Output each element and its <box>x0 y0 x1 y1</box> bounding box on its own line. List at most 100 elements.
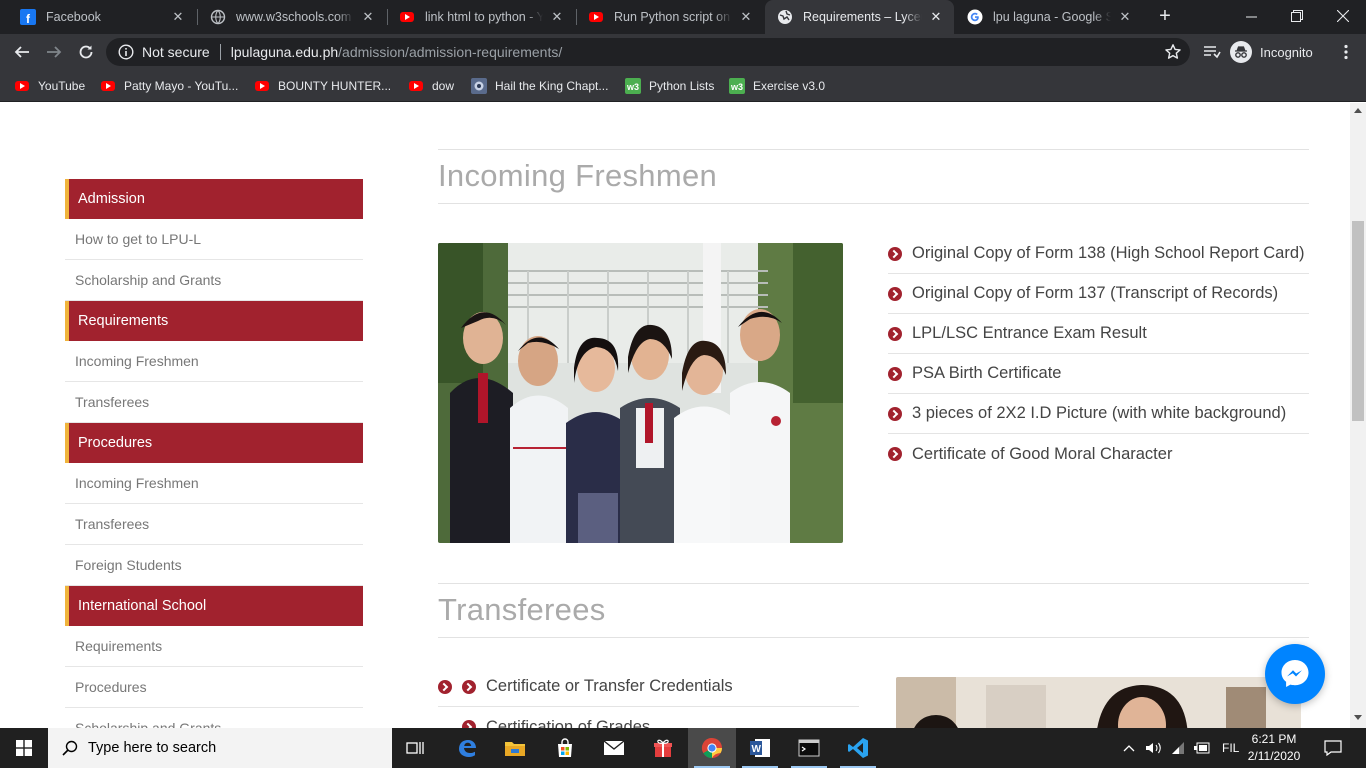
tab-google-search[interactable]: lpu laguna - Google Sea ✕ <box>955 0 1143 34</box>
bookmark-label: Python Lists <box>649 79 715 93</box>
students-photo <box>438 243 843 543</box>
tab-requirements-lyceum[interactable]: Requirements – Lyceum ✕ <box>765 0 954 34</box>
sidebar-item-how-to-get[interactable]: How to get to LPU-L <box>65 219 363 260</box>
youtube-icon <box>14 78 30 94</box>
reload-icon[interactable] <box>74 40 98 64</box>
sidebar-item-intl-procedures[interactable]: Procedures <box>65 667 363 708</box>
task-view-icon[interactable] <box>392 728 440 768</box>
globe-icon <box>210 9 226 25</box>
chrome-icon[interactable] <box>688 728 736 768</box>
battery-icon[interactable] <box>1190 742 1214 754</box>
tab-label: Facebook <box>46 10 101 24</box>
list-item: LPL/LSC Entrance Exam Result <box>888 314 1309 354</box>
bookmark-hail-the-king[interactable]: Hail the King Chapt... <box>471 76 608 96</box>
taskbar-clock[interactable]: 6:21 PM 2/11/2020 <box>1242 731 1306 765</box>
sidebar-item-req-freshmen[interactable]: Incoming Freshmen <box>65 341 363 382</box>
vscode-icon[interactable] <box>834 728 882 768</box>
chevron-right-icon <box>888 286 902 301</box>
bookmark-label: dow <box>432 79 455 93</box>
close-icon[interactable]: ✕ <box>360 9 376 25</box>
bookmark-youtube[interactable]: YouTube <box>14 76 85 96</box>
wifi-icon[interactable] <box>1166 741 1190 755</box>
taskbar-search-box[interactable]: Type here to search <box>48 728 392 768</box>
sidebar-item-proc-transferees[interactable]: Transferees <box>65 504 363 545</box>
terminal-icon[interactable] <box>785 728 833 768</box>
notifications-icon[interactable] <box>1310 728 1356 768</box>
tab-w3schools[interactable]: www.w3schools.com ✕ <box>198 0 386 34</box>
sidebar-item-scholarship[interactable]: Scholarship and Grants <box>65 260 363 301</box>
sidebar-heading-requirements[interactable]: Requirements <box>65 301 363 341</box>
close-icon[interactable]: ✕ <box>928 9 944 25</box>
sidebar-heading-international[interactable]: International School <box>65 586 363 626</box>
file-explorer-icon[interactable] <box>491 728 539 768</box>
chevron-right-icon <box>462 720 476 728</box>
start-button[interactable] <box>0 728 48 768</box>
forward-icon[interactable] <box>42 40 66 64</box>
divider <box>219 44 221 60</box>
close-icon[interactable]: ✕ <box>1117 9 1133 25</box>
requirement-text: Original Copy of Form 138 (High School R… <box>912 244 1305 262</box>
divider <box>438 583 1309 584</box>
tab-youtube-run-python[interactable]: Run Python script on cli ✕ <box>576 0 764 34</box>
bookmark-python-lists[interactable]: w3 Python Lists <box>625 76 714 96</box>
tab-label: Run Python script on cli <box>614 10 732 24</box>
url-host: lpulaguna.edu.ph <box>230 44 339 60</box>
sidebar-heading-admission[interactable]: Admission <box>65 179 363 219</box>
back-icon[interactable] <box>10 40 34 64</box>
edge-icon[interactable] <box>443 728 491 768</box>
scrollbar-thumb[interactable] <box>1352 221 1364 421</box>
bookmark-label: BOUNTY HUNTER... <box>278 79 392 93</box>
incognito-indicator[interactable]: Incognito <box>1230 40 1313 64</box>
address-bar[interactable]: Not secure lpulaguna.edu.ph/admission/ad… <box>106 38 1190 66</box>
chevron-right-icon <box>438 679 452 694</box>
chevron-up-icon[interactable] <box>1120 744 1138 752</box>
info-icon[interactable] <box>118 44 134 60</box>
sidebar-heading-procedures[interactable]: Procedures <box>65 423 363 463</box>
tab-facebook[interactable]: f Facebook ✕ <box>8 0 196 34</box>
close-window-icon[interactable] <box>1320 0 1366 32</box>
list-item: Certificate or Transfer Credentials <box>438 667 859 707</box>
incognito-icon <box>1230 41 1252 63</box>
chevron-right-icon <box>888 406 902 421</box>
page-content: Admission How to get to LPU-L Scholarshi… <box>0 103 1350 728</box>
bookmark-label: Hail the King Chapt... <box>495 79 609 93</box>
minimize-icon[interactable] <box>1228 0 1274 32</box>
close-icon[interactable]: ✕ <box>170 9 186 25</box>
sidebar-item-intl-requirements[interactable]: Requirements <box>65 626 363 667</box>
sidebar-item-foreign-students[interactable]: Foreign Students <box>65 545 363 586</box>
facebook-icon: f <box>20 9 36 25</box>
freshmen-requirements-list: Original Copy of Form 138 (High School R… <box>888 234 1309 474</box>
list-item: 3 pieces of 2X2 I.D Picture (with white … <box>888 394 1309 434</box>
sidebar-item-req-transferees[interactable]: Transferees <box>65 382 363 423</box>
messenger-chat-button[interactable] <box>1265 644 1325 704</box>
new-tab-button[interactable]: + <box>1153 5 1177 29</box>
volume-icon[interactable] <box>1142 741 1166 755</box>
close-icon[interactable]: ✕ <box>738 9 754 25</box>
list-item: Original Copy of Form 137 (Transcript of… <box>888 274 1309 314</box>
word-icon[interactable]: W <box>736 728 784 768</box>
scroll-down-arrow-icon[interactable] <box>1354 715 1362 720</box>
close-icon[interactable]: ✕ <box>549 9 565 25</box>
reading-list-icon[interactable] <box>1200 40 1224 64</box>
bookmark-star-icon[interactable] <box>1164 43 1182 61</box>
bookmark-bounty-hunter[interactable]: BOUNTY HUNTER... <box>254 76 391 96</box>
scroll-up-arrow-icon[interactable] <box>1354 108 1362 113</box>
sidebar-item-intl-scholarship[interactable]: Scholarship and Grants <box>65 708 363 728</box>
restore-icon[interactable] <box>1274 0 1320 32</box>
menu-icon[interactable] <box>1334 40 1358 64</box>
section-title-freshmen: Incoming Freshmen <box>438 158 718 193</box>
tab-label: www.w3schools.com <box>236 10 352 24</box>
input-language[interactable]: FIL <box>1222 741 1239 755</box>
mail-icon[interactable] <box>590 728 638 768</box>
chevron-right-icon <box>462 679 476 694</box>
youtube-icon <box>100 78 116 94</box>
page-scrollbar[interactable] <box>1350 103 1366 728</box>
bookmark-exercise[interactable]: w3 Exercise v3.0 <box>729 76 825 96</box>
bookmark-dow[interactable]: dow <box>408 76 454 96</box>
store-icon[interactable] <box>541 728 589 768</box>
sidebar-item-proc-freshmen[interactable]: Incoming Freshmen <box>65 463 363 504</box>
youtube-icon <box>399 9 415 25</box>
tab-youtube-link-html[interactable]: link html to python - Yo ✕ <box>387 0 575 34</box>
bookmark-patty-mayo[interactable]: Patty Mayo - YouTu... <box>100 76 238 96</box>
gift-icon[interactable] <box>639 728 687 768</box>
